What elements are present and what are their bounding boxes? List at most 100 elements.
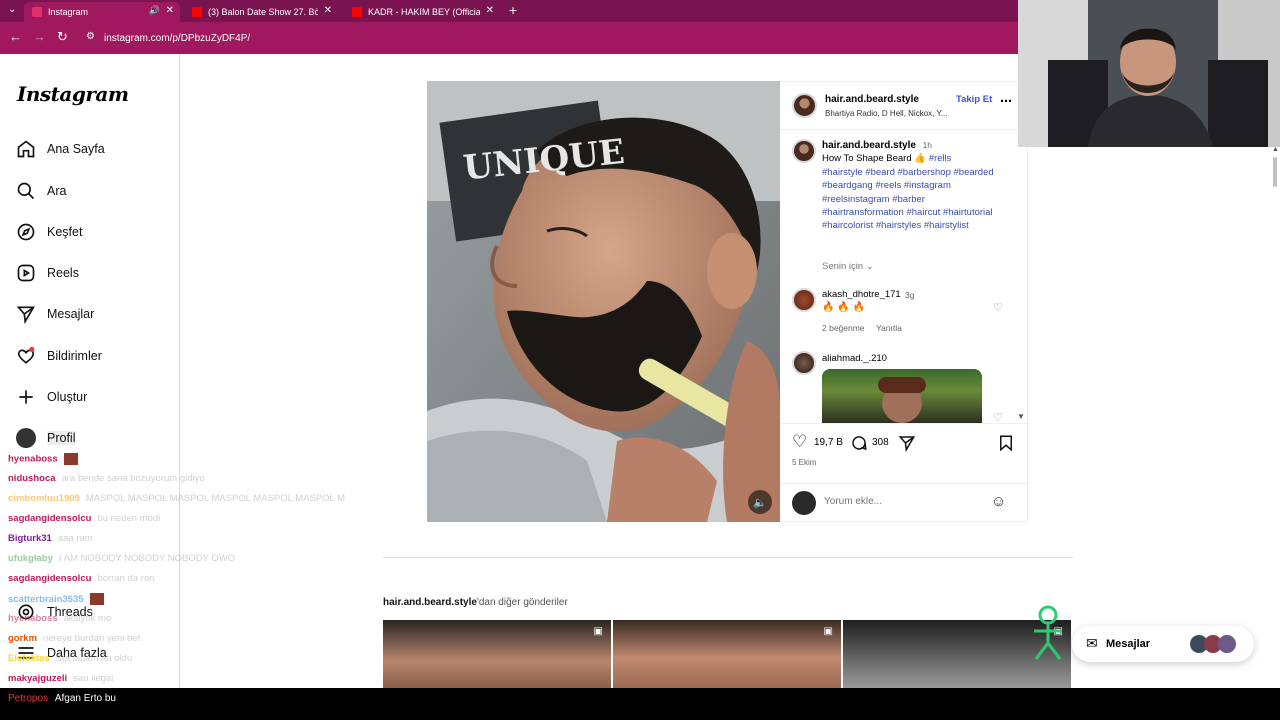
reel-icon: ▣ [823,626,833,637]
reload-icon[interactable]: ↻ [57,29,68,45]
caption-username[interactable]: hair.and.beard.style [822,140,916,151]
tab-close-icon[interactable]: ✕ [324,5,332,16]
chevron-down-icon: ⌄ [865,261,874,272]
chat-message: Afgan Erto bu [54,693,116,704]
post-header: hair.and.beard.style Takip Et ⋯ Bhartiya… [780,82,1028,130]
comment-reply-button[interactable]: Yanıtla [876,323,902,333]
send-icon [16,306,35,324]
author-avatar[interactable] [792,93,817,118]
compass-icon [17,223,35,241]
url-field[interactable]: ⚙ instagram.com/p/DPbzuZyDF4P/ [80,26,1020,50]
reel-icon: ▣ [593,626,603,637]
instagram-favicon-icon [32,7,42,17]
avatar [16,428,36,448]
url-text: instagram.com/p/DPbzuZyDF4P/ [104,32,251,44]
my-avatar[interactable] [792,491,816,515]
scroll-down-arrow-icon[interactable]: ▼ [1017,412,1025,421]
tab-list-chevron-icon[interactable]: ⌄ [8,4,16,15]
sidebar-item-messages[interactable]: Mesajlar [16,302,94,326]
scrollbar-thumb[interactable] [1273,157,1277,187]
post-media-video[interactable]: UNIQUE 🔈 [427,81,780,522]
more-posts-heading: hair.and.beard.style'dan diğer gönderile… [383,597,568,608]
tab-close-icon[interactable]: ✕ [486,5,494,16]
share-send-icon[interactable] [898,434,916,452]
caption-time: 1h [922,140,933,150]
bookmark-icon[interactable] [997,434,1015,452]
emoji-icon[interactable]: ☺ [991,493,1006,510]
chat-username: scatterbrain3535 [8,593,84,605]
sidebar-item-explore[interactable]: Keşfet [16,220,82,244]
caption-text: How To Shape Beard 👍 [822,153,927,165]
sidebar-item-home[interactable]: Ana Sayfa [16,137,105,161]
tab-kadr[interactable]: KADR - HAKIM BEY (Official Vi ✕ [344,2,500,22]
more-posts-username[interactable]: hair.and.beard.style [383,597,477,608]
scroll-up-arrow-icon[interactable]: ▲ [1272,146,1279,153]
like-count[interactable]: 19,7 B [814,437,843,448]
comment-gif-image[interactable] [822,369,982,423]
tab-mute-icon[interactable]: 🔊 [149,5,160,16]
chat-username: ufukglaby [8,553,53,564]
beard-shaping-video-frame: UNIQUE [427,81,780,522]
site-info-icon[interactable]: ⚙ [86,31,95,42]
chat-username: gorkm [8,633,38,644]
post-caption: hair.and.beard.style 1h How To Shape Bea… [822,139,1002,233]
back-arrow-icon[interactable]: ← [9,29,22,44]
comment-username[interactable]: akash_dhotre_171 [822,289,901,300]
chat-line: makyajguzeli sau ilegal [8,673,113,684]
tab-instagram[interactable]: Instagram 🔊 ✕ [24,2,180,22]
stream-bottom-bar: Petropos Afgan Erto bu [0,688,1280,720]
instagram-logo[interactable]: Instagram [17,82,129,106]
comment-username[interactable]: aliahmad._.210 [822,353,887,364]
caption-first-tag[interactable]: #rells [929,153,952,164]
comment-input[interactable] [824,496,974,507]
for-you-dropdown[interactable]: Senin için ⌄ [822,261,874,272]
new-tab-plus-icon[interactable]: + [509,2,517,18]
more-posts-suffix: 'dan diğer gönderiler [476,597,568,608]
chat-username: sagdangidensolcu [8,573,92,584]
more-post-thumbnail[interactable]: ▣ [613,620,841,688]
stream-mascot-icon [1034,605,1062,660]
sidebar-item-reels[interactable]: Reels [16,261,79,285]
search-icon [17,182,35,200]
more-post-thumbnail[interactable]: ▣ [383,620,611,688]
sidebar-item-notifications[interactable]: Bildirimler [16,344,102,368]
comment-bubble-icon[interactable] [850,434,868,452]
chat-username: cimbomluu1905 [8,493,80,504]
comment-like-heart-icon[interactable]: ♡ [993,301,1003,314]
forward-arrow-icon[interactable]: → [33,29,46,44]
page-scrollbar[interactable]: ▲ [1270,54,1280,688]
chat-username: Petropos [8,693,49,704]
chat-line: cimbomluu1905 MASPOL MASPOL MASPOL MASPOL… [8,493,345,504]
sidebar-item-label: Mesajlar [47,307,95,321]
sidebar-item-label: Reels [47,266,79,280]
caption-avatar[interactable] [792,139,816,163]
chat-message: sau ilegal [73,673,114,684]
chat-message: bu neden modi [97,513,161,524]
comment-count[interactable]: 308 [872,437,889,448]
chat-line: hyenaboss aksiyok mo [8,613,111,624]
follow-button[interactable]: Takip Et [956,94,992,105]
comment-likes[interactable]: 2 beğenme [822,323,865,333]
home-icon [17,140,35,158]
tab-close-icon[interactable]: ✕ [166,5,174,16]
sidebar-item-create[interactable]: Oluştur [16,385,87,409]
sidebar-item-profile[interactable]: Profil [16,426,76,450]
tab-balon-date[interactable]: (3) Balon Date Show 27. Bölüm ✕ [184,2,338,22]
author-username[interactable]: hair.and.beard.style [825,94,919,105]
avatar-stack [1190,635,1240,653]
chat-message: aksiyok mo [63,613,112,624]
audio-attribution[interactable]: Bhartiya Radio, D Hell, Nickox, Y... [825,109,947,118]
more-options-icon[interactable]: ⋯ [1000,94,1012,108]
caption-hashtags[interactable]: #hairstyle #beard #barbershop #bearded #… [822,167,994,232]
messages-pill[interactable]: ✉ Mesajlar [1072,626,1254,662]
sidebar-item-label: Oluştur [47,390,88,404]
chat-username: hyenaboss [8,453,58,465]
commenter-avatar[interactable] [792,288,816,312]
mute-toggle-button[interactable]: 🔈 [748,490,772,514]
chat-username: Bigturk31 [8,533,52,544]
commenter-avatar[interactable] [792,351,816,375]
chat-username: makyajguzeli [8,673,68,684]
sidebar-item-search[interactable]: Ara [16,179,66,203]
like-heart-icon[interactable]: ♡ [792,432,807,452]
post-details-panel: hair.and.beard.style Takip Et ⋯ Bhartiya… [780,81,1028,522]
